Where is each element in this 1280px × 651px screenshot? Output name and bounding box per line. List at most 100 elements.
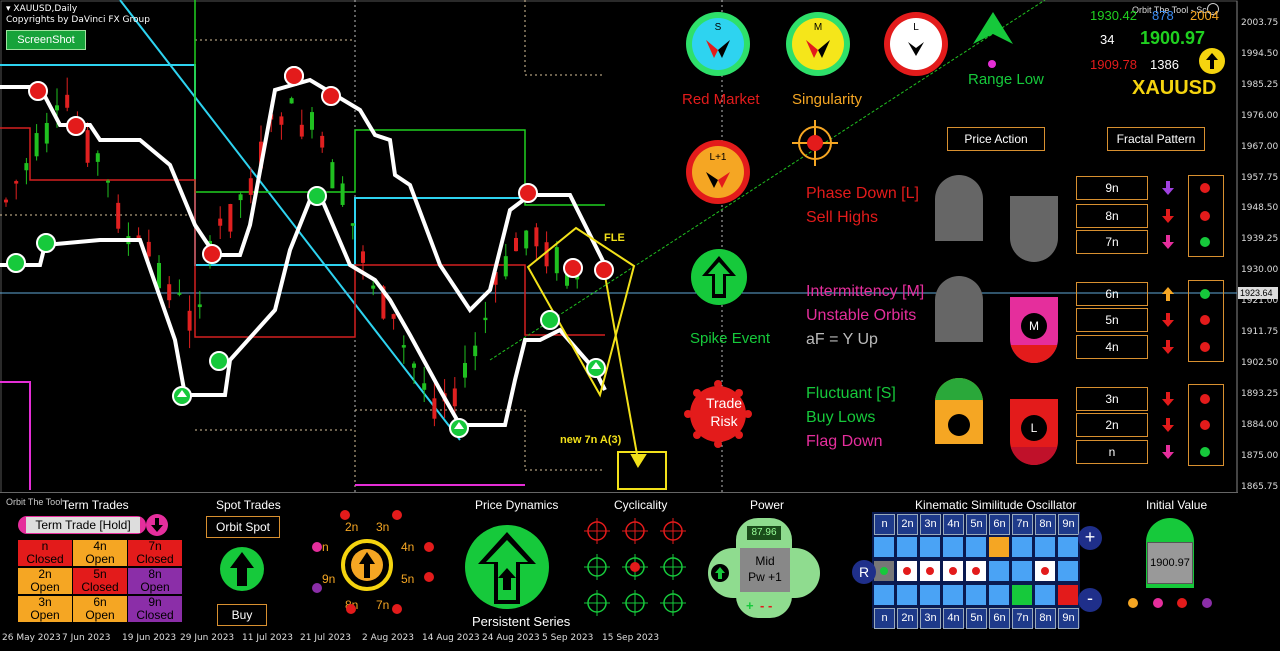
term-trade-cell[interactable]: 5n Closed bbox=[73, 568, 127, 594]
red-channel bbox=[0, 127, 605, 338]
price-dynamics-title: Price Dynamics bbox=[475, 498, 559, 512]
candle-body bbox=[177, 292, 182, 295]
candle-body bbox=[187, 310, 192, 331]
fractal-n[interactable]: n bbox=[1076, 440, 1148, 464]
candle-body bbox=[340, 183, 345, 205]
phase-text-5: aF = Y Up bbox=[806, 331, 878, 348]
fractal-5n[interactable]: 5n bbox=[1076, 308, 1148, 332]
phase-shape-s bbox=[935, 378, 983, 444]
candle-body bbox=[320, 135, 325, 148]
candle-body bbox=[146, 241, 151, 257]
kso-col-7n: 7n bbox=[1012, 608, 1033, 629]
orbit-label-9n: 9n bbox=[322, 572, 336, 586]
term-trade-cell[interactable]: 7n Closed bbox=[128, 540, 182, 566]
candle-body bbox=[279, 116, 284, 125]
candle-body bbox=[95, 153, 100, 162]
candle-body bbox=[167, 284, 172, 301]
kso-cell bbox=[1035, 585, 1055, 605]
buy-button[interactable]: Buy bbox=[217, 604, 267, 626]
candle-body bbox=[55, 105, 59, 111]
candle-body bbox=[473, 345, 478, 357]
kso-col-2n: 2n bbox=[897, 608, 918, 629]
candle-body bbox=[391, 314, 396, 319]
initial-value-title: Initial Value bbox=[1146, 498, 1208, 512]
candle-body bbox=[452, 388, 457, 407]
candle-body bbox=[24, 163, 29, 171]
crosshair-icon bbox=[622, 554, 648, 580]
fractal-7n[interactable]: 7n bbox=[1076, 230, 1148, 254]
power-pw: Pw +1 bbox=[748, 570, 782, 584]
cyclicality-grid bbox=[584, 518, 686, 616]
phase-shape-up-1 bbox=[935, 175, 983, 241]
candle-body bbox=[310, 112, 314, 130]
svg-text:L: L bbox=[913, 22, 919, 33]
power-mid: Mid bbox=[755, 554, 775, 568]
date-tick: 7 Jun 2023 bbox=[62, 633, 111, 643]
down-arrow-icon[interactable] bbox=[146, 514, 168, 536]
term-trade-cell[interactable]: 9n Closed bbox=[128, 596, 182, 622]
persistent-series-label: Persistent Series bbox=[472, 614, 571, 629]
term-trade-cell[interactable]: 6n Open bbox=[73, 596, 127, 622]
phase-text-3: Intermittency [M] bbox=[806, 283, 925, 300]
fractal-dot-group-1 bbox=[1188, 175, 1224, 257]
kso-minus-button[interactable]: - bbox=[1078, 588, 1102, 612]
orbit-spot-button[interactable]: Orbit Spot bbox=[206, 516, 280, 538]
term-trade-cell[interactable]: 8n Open bbox=[128, 568, 182, 594]
term-trade-cell[interactable]: n Closed bbox=[18, 540, 72, 566]
l-indicator: L bbox=[884, 12, 948, 76]
kso-col-6n: 6n bbox=[989, 514, 1010, 535]
price-tick: 1893.25 bbox=[1241, 388, 1279, 399]
fractal-dot-group-3 bbox=[1188, 384, 1224, 466]
fractal-6n[interactable]: 6n bbox=[1076, 282, 1148, 306]
orbit-label-3n: 3n bbox=[376, 520, 390, 534]
candle-body bbox=[524, 230, 529, 249]
kso-cell bbox=[920, 585, 940, 605]
price-tick: 1911.75 bbox=[1241, 327, 1279, 337]
term-trade-hold-pill[interactable]: Term Trade [Hold] bbox=[18, 516, 146, 534]
price-action-button[interactable]: Price Action bbox=[947, 127, 1045, 151]
date-tick: 14 Aug 2023 bbox=[422, 633, 480, 643]
candle-body bbox=[514, 238, 518, 252]
crosshair-icon bbox=[584, 518, 610, 544]
candle-body bbox=[401, 345, 406, 348]
candle-body bbox=[330, 162, 335, 189]
symbol-title: ▾ XAUUSD,Daily bbox=[6, 4, 78, 14]
kso-cell bbox=[874, 585, 894, 605]
kso-dot bbox=[1041, 567, 1049, 575]
fractal-pattern-button[interactable]: Fractal Pattern bbox=[1107, 127, 1205, 151]
kso-col-8n: 8n bbox=[1035, 608, 1056, 629]
kso-plus-button[interactable]: + bbox=[1078, 526, 1102, 550]
candle-body bbox=[483, 317, 488, 321]
kso-cell bbox=[897, 585, 917, 605]
fractal-8n[interactable]: 8n bbox=[1076, 204, 1148, 228]
red-marker bbox=[202, 244, 222, 264]
candle-body bbox=[44, 122, 49, 144]
fractal-2n[interactable]: 2n bbox=[1076, 413, 1148, 437]
kso-dot bbox=[880, 567, 888, 575]
m-badge: M bbox=[1021, 313, 1047, 339]
svg-text:S: S bbox=[715, 22, 722, 33]
kso-r-button[interactable]: R bbox=[852, 560, 876, 584]
fractal-3n[interactable]: 3n bbox=[1076, 387, 1148, 411]
down-arrow-icon bbox=[1161, 208, 1175, 229]
term-trade-cell[interactable]: 3n Open bbox=[18, 596, 72, 622]
term-trade-cell[interactable]: 4n Open bbox=[73, 540, 127, 566]
orbit-dot bbox=[424, 572, 434, 582]
phase-text-8: Flag Down bbox=[806, 433, 883, 450]
term-trade-cell[interactable]: 2n Open bbox=[18, 568, 72, 594]
new-target-label: new 7n A(3) bbox=[560, 434, 622, 446]
price-tick: 1930.00 bbox=[1241, 265, 1279, 276]
candle-body bbox=[412, 363, 416, 368]
kso-cell bbox=[989, 537, 1009, 557]
kso-cell bbox=[897, 537, 917, 557]
fractal-9n[interactable]: 9n bbox=[1076, 176, 1148, 200]
screenshot-button[interactable]: ScreenShot bbox=[6, 30, 86, 50]
power-up-icon bbox=[711, 564, 729, 582]
phase-shape-down-1 bbox=[1010, 196, 1058, 262]
phase-shape-up-2 bbox=[935, 276, 983, 342]
phase-text-4: Unstable Orbits bbox=[806, 307, 917, 324]
candle-body bbox=[422, 383, 427, 390]
kso-dot bbox=[903, 567, 911, 575]
price-tick: 1985.25 bbox=[1241, 79, 1279, 90]
fractal-4n[interactable]: 4n bbox=[1076, 335, 1148, 359]
